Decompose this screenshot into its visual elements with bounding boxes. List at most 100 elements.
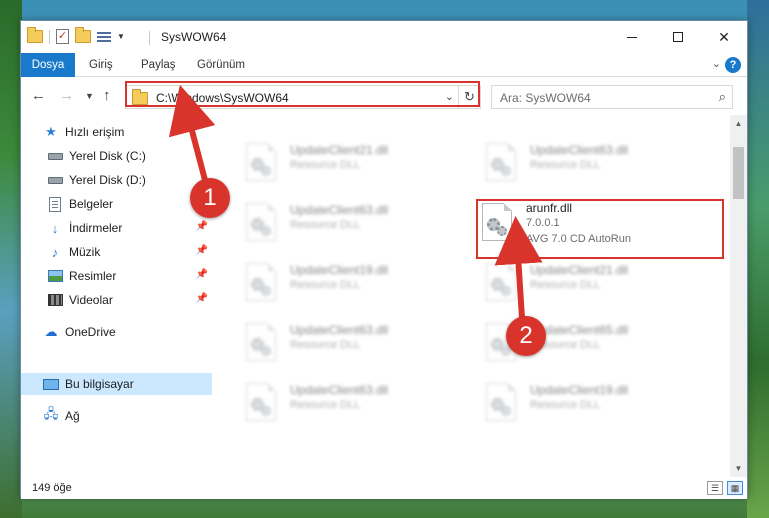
downloads-icon: ↓ bbox=[51, 220, 59, 236]
sidebar-item-documents[interactable]: Belgeler bbox=[21, 193, 212, 215]
search-placeholder[interactable]: Ara: SysWOW64 bbox=[500, 91, 591, 105]
address-dropdown-icon[interactable]: ⌄ bbox=[445, 90, 454, 103]
folder-icon[interactable] bbox=[27, 27, 43, 43]
details-view-icon[interactable]: ☰ bbox=[707, 481, 723, 495]
list-item[interactable]: UpdateClient21.dll Resource DLL bbox=[478, 255, 708, 305]
status-bar: 149 öğe ☰ ▦ bbox=[21, 477, 747, 499]
search-box[interactable]: Ara: SysWOW64 ⌕ bbox=[491, 85, 733, 109]
pin-icon[interactable]: 📌 bbox=[196, 293, 208, 304]
pictures-icon bbox=[47, 268, 63, 284]
disk-icon bbox=[47, 148, 63, 164]
documents-icon bbox=[47, 196, 63, 212]
close-button[interactable]: ✕ bbox=[701, 21, 747, 53]
step-2-badge: 2 bbox=[506, 316, 546, 356]
tab-file[interactable]: Dosya bbox=[21, 53, 75, 77]
pin-icon[interactable]: 📌 bbox=[196, 269, 208, 280]
address-path[interactable]: C:\Windows\SysWOW64 bbox=[156, 91, 289, 105]
computer-icon bbox=[43, 376, 59, 392]
target-highlight-box bbox=[476, 199, 724, 259]
scroll-up-icon[interactable]: ▲ bbox=[730, 115, 747, 132]
sidebar-item-quick-access[interactable]: ★ Hızlı erişim bbox=[21, 121, 212, 143]
window-title: SysWOW64 bbox=[161, 30, 227, 44]
pin-icon[interactable]: 📌 bbox=[196, 245, 208, 256]
sidebar-item-label: OneDrive bbox=[65, 325, 116, 339]
sidebar-item-label: Müzik bbox=[69, 245, 101, 259]
videos-icon bbox=[47, 292, 63, 308]
title-separator bbox=[149, 31, 150, 45]
sidebar-item-network[interactable]: 🖧 Ağ bbox=[21, 405, 212, 427]
toolbar-separator bbox=[49, 29, 50, 44]
refresh-icon[interactable]: ↻ bbox=[458, 86, 480, 108]
scroll-thumb[interactable] bbox=[733, 147, 744, 199]
forward-arrow-icon[interactable]: → bbox=[59, 87, 74, 104]
properties-check-icon[interactable]: ✓ bbox=[56, 29, 69, 44]
quick-access-toolbar: ✓ ▼ bbox=[27, 27, 125, 44]
dll-file-icon bbox=[486, 263, 520, 303]
sidebar-item-videos[interactable]: Videolar 📌 bbox=[21, 289, 212, 311]
sidebar-item-downloads[interactable]: ↓ İndirmeler 📌 bbox=[21, 217, 212, 239]
up-arrow-icon[interactable]: ↑ bbox=[103, 87, 111, 104]
minimize-button[interactable] bbox=[609, 21, 655, 53]
dll-file-icon bbox=[246, 323, 280, 363]
help-icon[interactable]: ? bbox=[725, 57, 741, 73]
sidebar-item-this-pc[interactable]: Bu bilgisayar bbox=[21, 373, 212, 395]
music-icon: ♪ bbox=[51, 244, 59, 260]
file-description: Resource DLL bbox=[290, 339, 361, 351]
sidebar-item-disk-d[interactable]: Yerel Disk (D:) bbox=[21, 169, 212, 191]
file-description: Resource DLL bbox=[530, 399, 601, 411]
list-item[interactable]: UpdateClient63.dll Resource DLL bbox=[238, 315, 468, 365]
list-item[interactable]: UpdateClient19.dll Resource DLL bbox=[478, 375, 708, 425]
dll-file-icon bbox=[246, 383, 280, 423]
file-name: UpdateClient19.dll bbox=[290, 263, 389, 277]
expand-ribbon-icon[interactable]: ⌄ bbox=[712, 57, 721, 70]
list-item[interactable]: UpdateClient63.dll Resource DLL bbox=[478, 135, 708, 185]
search-icon[interactable]: ⌕ bbox=[719, 89, 726, 105]
sidebar-item-onedrive[interactable]: ☁ OneDrive bbox=[21, 321, 212, 343]
scroll-down-icon[interactable]: ▼ bbox=[730, 460, 747, 477]
new-folder-icon[interactable] bbox=[75, 27, 91, 43]
folder-icon bbox=[132, 89, 148, 105]
tab-view[interactable]: Görünüm bbox=[189, 53, 253, 77]
item-count: 149 öğe bbox=[32, 482, 72, 494]
title-bar: ✓ ▼ SysWOW64 ✕ bbox=[21, 21, 747, 53]
file-description: Resource DLL bbox=[290, 399, 361, 411]
list-item[interactable]: UpdateClient63.dll Resource DLL bbox=[238, 375, 468, 425]
file-name: UpdateClient63.dll bbox=[530, 143, 629, 157]
file-name: UpdateClient63.dll bbox=[290, 323, 389, 337]
sidebar-item-disk-c[interactable]: Yerel Disk (C:) bbox=[21, 145, 212, 167]
vertical-scrollbar[interactable]: ▲ ▼ bbox=[730, 115, 747, 477]
sidebar-item-label: Ağ bbox=[65, 409, 80, 423]
desktop-background-right bbox=[747, 0, 769, 518]
tab-share[interactable]: Paylaş bbox=[133, 53, 184, 77]
tiles-view-icon[interactable]: ▦ bbox=[727, 481, 743, 495]
file-description: Resource DLL bbox=[290, 159, 361, 171]
sidebar-item-label: Yerel Disk (C:) bbox=[69, 149, 146, 163]
sidebar-item-label: Resimler bbox=[69, 269, 117, 283]
sidebar-item-pictures[interactable]: Resimler 📌 bbox=[21, 265, 212, 287]
recent-locations-icon[interactable]: ▼ bbox=[85, 91, 94, 101]
ribbon-tabs: Dosya Giriş Paylaş Görünüm ⌄ ? bbox=[21, 53, 747, 77]
back-arrow-icon[interactable]: ← bbox=[31, 87, 46, 104]
sidebar-item-music[interactable]: ♪ Müzik 📌 bbox=[21, 241, 212, 263]
dll-file-icon bbox=[486, 383, 520, 423]
customize-icon[interactable] bbox=[97, 30, 111, 44]
step-1-badge: 1 bbox=[190, 178, 230, 218]
qat-dropdown-icon[interactable]: ▼ bbox=[117, 32, 125, 41]
dll-file-icon bbox=[486, 143, 520, 183]
sidebar-item-label: Hızlı erişim bbox=[65, 125, 125, 139]
tab-home[interactable]: Giriş bbox=[81, 53, 121, 77]
dll-file-icon bbox=[246, 263, 280, 303]
navigation-pane: ★ Hızlı erişim Yerel Disk (C:) Yerel Dis… bbox=[21, 115, 212, 477]
list-item[interactable]: UpdateClient21.dll Resource DLL bbox=[238, 135, 468, 185]
list-item[interactable]: UpdateClient63.dll Resource DLL bbox=[238, 195, 468, 245]
navigation-bar: ← → ▼ ↑ C:\Windows\SysWOW64 ⌄ ↻ Ara: Sys… bbox=[21, 77, 747, 115]
maximize-button[interactable] bbox=[655, 21, 701, 53]
pin-icon[interactable]: 📌 bbox=[196, 221, 208, 232]
star-icon: ★ bbox=[45, 124, 57, 139]
sidebar-item-label: Bu bilgisayar bbox=[65, 377, 134, 391]
address-bar[interactable]: C:\Windows\SysWOW64 ⌄ ↻ bbox=[125, 85, 481, 109]
sidebar-item-label: İndirmeler bbox=[69, 221, 123, 235]
list-item[interactable]: UpdateClient19.dll Resource DLL bbox=[238, 255, 468, 305]
file-description: Resource DLL bbox=[530, 279, 601, 291]
file-name: UpdateClient21.dll bbox=[530, 263, 629, 277]
